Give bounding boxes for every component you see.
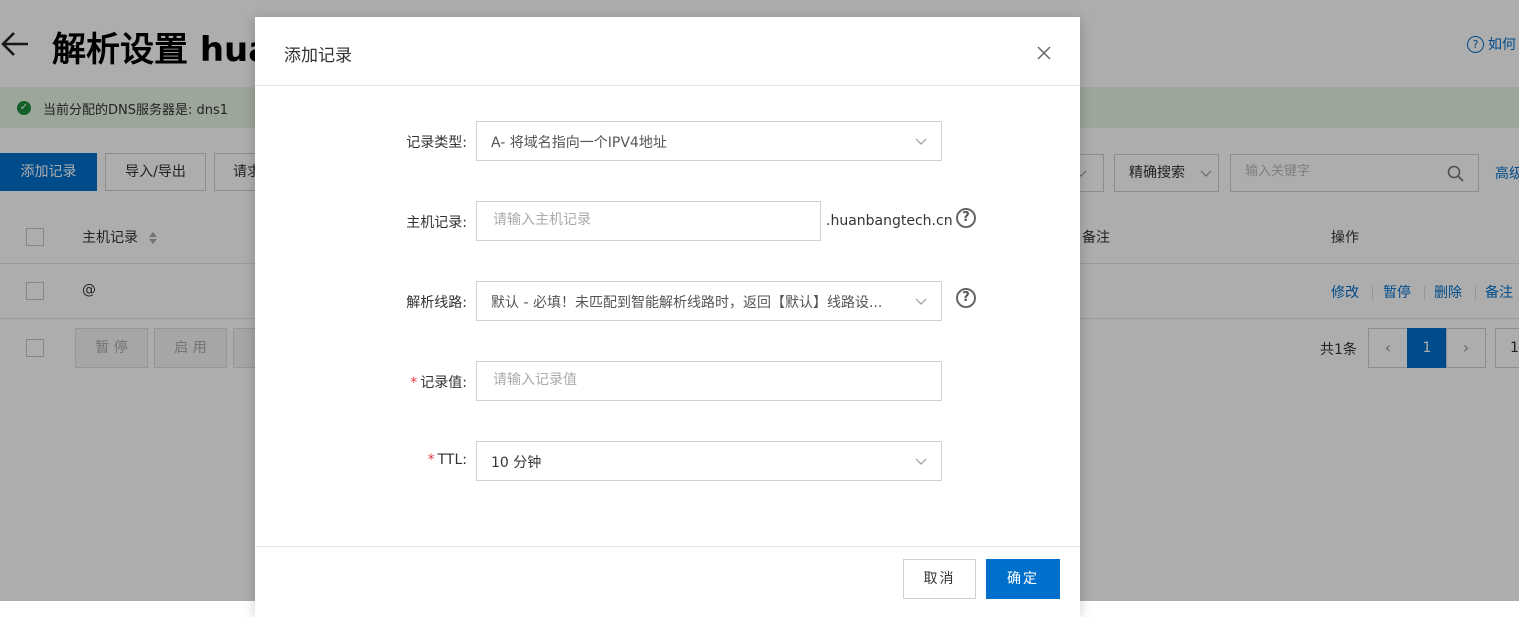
chevron-down-icon <box>915 298 927 305</box>
ttl-label-text: TTL: <box>437 452 467 468</box>
required-mark: * <box>427 452 435 468</box>
divider <box>255 546 1080 547</box>
line-select[interactable]: 默认 - 必填！未匹配到智能解析线路时，返回【默认】线路设... <box>476 281 942 321</box>
host-field <box>476 201 821 241</box>
dialog-title: 添加记录 <box>284 46 352 66</box>
divider <box>255 85 1080 86</box>
required-mark: * <box>410 375 418 391</box>
record-value-field <box>476 361 942 401</box>
chevron-down-icon <box>915 458 927 465</box>
record-value-label-text: 记录值: <box>420 375 467 391</box>
help-icon[interactable]: ? <box>956 288 976 308</box>
domain-suffix: .huanbangtech.cn <box>826 213 953 229</box>
line-label: 解析线路: <box>406 295 467 311</box>
record-value-label: * 记录值: <box>255 372 467 392</box>
host-input[interactable] <box>491 211 805 229</box>
cancel-button[interactable]: 取消 <box>903 559 976 599</box>
ttl-label: * TTL: <box>255 452 467 468</box>
line-value: 默认 - 必填！未匹配到智能解析线路时，返回【默认】线路设... <box>491 295 883 311</box>
host-label: 主机记录: <box>406 215 467 231</box>
help-icon[interactable]: ? <box>956 208 976 228</box>
close-icon[interactable] <box>1034 43 1054 63</box>
ttl-select[interactable]: 10 分钟 <box>476 441 942 481</box>
confirm-button[interactable]: 确定 <box>986 559 1060 599</box>
ttl-value: 10 分钟 <box>491 455 542 471</box>
record-type-label: 记录类型: <box>406 135 467 151</box>
record-type-select[interactable]: A- 将域名指向一个IPV4地址 <box>476 121 942 161</box>
record-type-value: A- 将域名指向一个IPV4地址 <box>491 135 667 151</box>
add-record-dialog: 添加记录 记录类型: A- 将域名指向一个IPV4地址 主机记录: .huanb… <box>255 17 1080 617</box>
record-value-input[interactable] <box>491 371 925 389</box>
chevron-down-icon <box>915 138 927 145</box>
